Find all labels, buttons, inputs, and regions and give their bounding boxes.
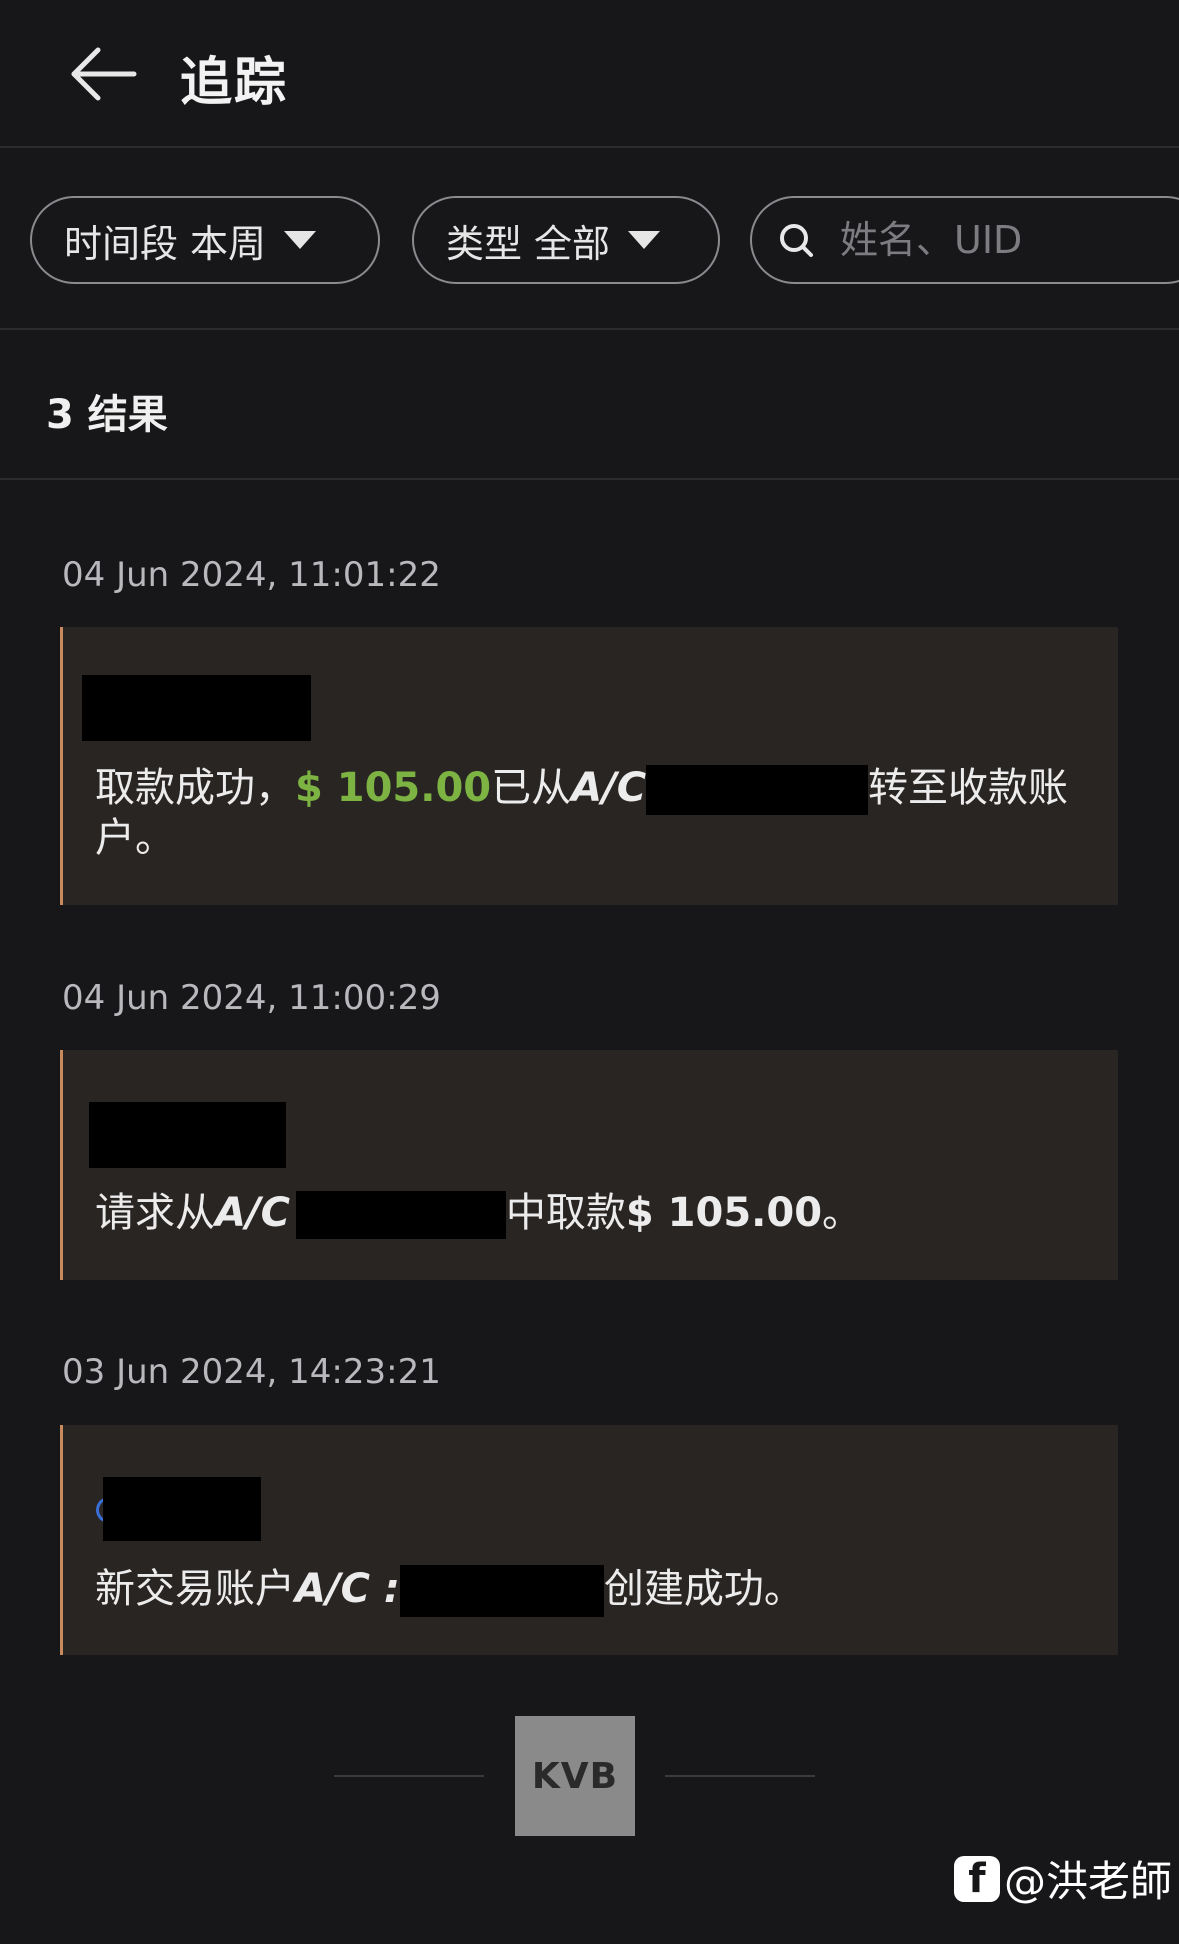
search-input[interactable] bbox=[840, 218, 1179, 262]
divider-right bbox=[665, 1775, 815, 1777]
search-icon bbox=[780, 224, 813, 257]
watermark-text: @洪老師 bbox=[1004, 1857, 1173, 1906]
activity-message: 取款成功，$ 105.00已从A/C 转至收款账户。 bbox=[95, 765, 1069, 861]
brand-logo: KVB bbox=[515, 1716, 635, 1836]
activity-message: 新交易账户A/C : 创建成功。 bbox=[95, 1565, 1084, 1617]
type-filter-label: 类型 全部 bbox=[446, 221, 611, 266]
header: 追踪 bbox=[0, 0, 1179, 148]
back-button[interactable] bbox=[68, 44, 140, 104]
activity-card[interactable]: 请求从A/C 中取款$ 105.00。 bbox=[60, 1050, 1118, 1280]
redacted-block bbox=[103, 1477, 261, 1541]
activity-card[interactable]: 取款成功，$ 105.00已从A/C 转至收款账户。 bbox=[60, 627, 1118, 905]
arrow-left-icon bbox=[71, 47, 137, 101]
redacted-account bbox=[646, 765, 869, 815]
redacted-block bbox=[89, 1102, 286, 1168]
facebook-icon: f bbox=[954, 1855, 1000, 1902]
divider-left bbox=[334, 1775, 484, 1777]
redacted-block bbox=[82, 675, 311, 741]
entry-timestamp: 03 Jun 2024, 14:23:21 bbox=[62, 1352, 441, 1392]
caret-down-icon bbox=[284, 231, 317, 249]
redacted-account bbox=[295, 1191, 506, 1239]
watermark: f @洪老師 bbox=[954, 1848, 1172, 1909]
redacted-account bbox=[399, 1565, 604, 1617]
activity-message: 请求从A/C 中取款$ 105.00。 bbox=[95, 1190, 1084, 1239]
time-period-filter-label: 时间段 本周 bbox=[64, 221, 267, 266]
results-bar: 3 结果 bbox=[0, 332, 1179, 480]
type-filter[interactable]: 类型 全部 bbox=[412, 196, 720, 284]
page: 追踪 时间段本周 类型全部 3 结果 04 Jun 2024, 11:01:22… bbox=[0, 0, 1179, 1944]
caret-down-icon bbox=[628, 231, 661, 249]
filter-bar: 时间段 本周 类型 全部 bbox=[0, 150, 1179, 330]
entry-timestamp: 04 Jun 2024, 11:01:22 bbox=[62, 555, 441, 595]
page-title: 追踪 bbox=[180, 53, 289, 113]
time-period-filter[interactable]: 时间段 本周 bbox=[30, 196, 380, 284]
entry-timestamp: 04 Jun 2024, 11:00:29 bbox=[62, 978, 441, 1018]
activity-card[interactable]: 新交易账户A/C : 创建成功。 bbox=[60, 1425, 1118, 1655]
results-count: 3 结果 bbox=[46, 392, 168, 438]
search-box[interactable] bbox=[750, 196, 1179, 284]
